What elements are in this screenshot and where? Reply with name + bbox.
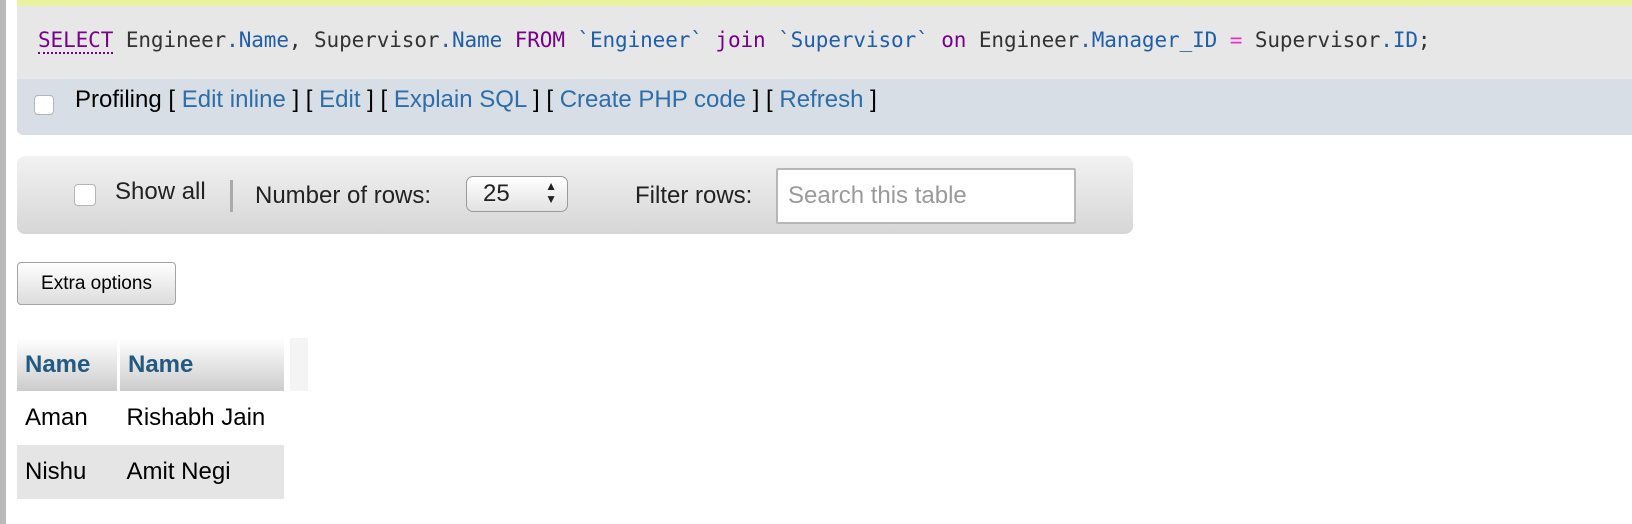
number-of-rows-value: 25 [483,180,510,207]
extra-options-button[interactable]: Extra options [17,262,176,305]
table-header-filler [290,338,308,391]
results-table: Name Name Aman Rishabh Jain Nishu Amit N… [17,338,284,499]
table-row[interactable]: Nishu Amit Negi [17,445,284,499]
profiling-checkbox[interactable] [34,95,54,115]
sql-token: , [288,28,314,52]
number-of-rows-label: Number of rows: [255,182,432,209]
sql-token: FROM [514,28,565,52]
table-cell[interactable]: Amit Negi [118,445,284,499]
sql-token: Engineer [125,28,227,52]
edit-inline-link[interactable]: Edit inline [182,86,286,113]
sql-token: .Manager_ID [1079,28,1218,52]
sql-token: .Name [226,28,289,52]
column-header-name-2[interactable]: Name [118,338,284,391]
sql-token: on [941,28,967,52]
show-all-label[interactable]: Show all [115,178,206,206]
number-of-rows-select[interactable]: 25 ▲ ▼ [466,176,568,212]
sql-token: .Name [439,28,503,52]
sql-token: SELECT [38,28,114,54]
explain-sql-link[interactable]: Explain SQL [394,86,527,113]
table-navigation-bar: Show all Number of rows: 25 ▲ ▼ Filter ro… [17,156,1133,234]
nav-divider [230,180,233,212]
sql-token: ; [1417,28,1431,52]
sql-token: `Supervisor` [778,28,929,52]
profiling-line: Profiling [ Edit inline ] [ Edit ] [ Exp… [75,86,877,113]
left-scroll-rule [0,0,6,524]
show-all-checkbox[interactable] [74,184,96,206]
table-row[interactable]: Aman Rishabh Jain [17,391,284,445]
sql-token: Supervisor [313,28,440,52]
table-cell[interactable]: Rishabh Jain [118,391,284,445]
select-updown-icon: ▲ ▼ [545,179,557,206]
edit-link[interactable]: Edit [319,86,360,113]
sql-query-text[interactable]: SELECT Engineer.Name, Supervisor.Name FR… [38,28,1431,54]
results-header-row: Name Name [17,338,284,391]
sql-token: .ID [1380,28,1418,52]
sql-token: Supervisor [1254,28,1381,52]
refresh-link[interactable]: Refresh [779,86,863,113]
table-cell[interactable]: Nishu [17,445,119,499]
column-header-name-1[interactable]: Name [17,338,120,391]
sql-actions-bar: Profiling [ Edit inline ] [ Edit ] [ Exp… [17,79,1632,135]
create-php-code-link[interactable]: Create PHP code [560,86,746,113]
table-cell[interactable]: Aman [17,391,119,445]
sql-token: join [715,28,766,52]
filter-rows-search-input[interactable] [776,168,1076,224]
sql-token: `Engineer` [577,28,703,52]
filter-rows-label: Filter rows: [635,182,753,209]
sql-query-box: SELECT Engineer.Name, Supervisor.Name FR… [17,0,1632,79]
sql-token: = [1229,28,1243,52]
profiling-label: Profiling [75,86,162,113]
sql-token: Engineer [978,28,1080,52]
